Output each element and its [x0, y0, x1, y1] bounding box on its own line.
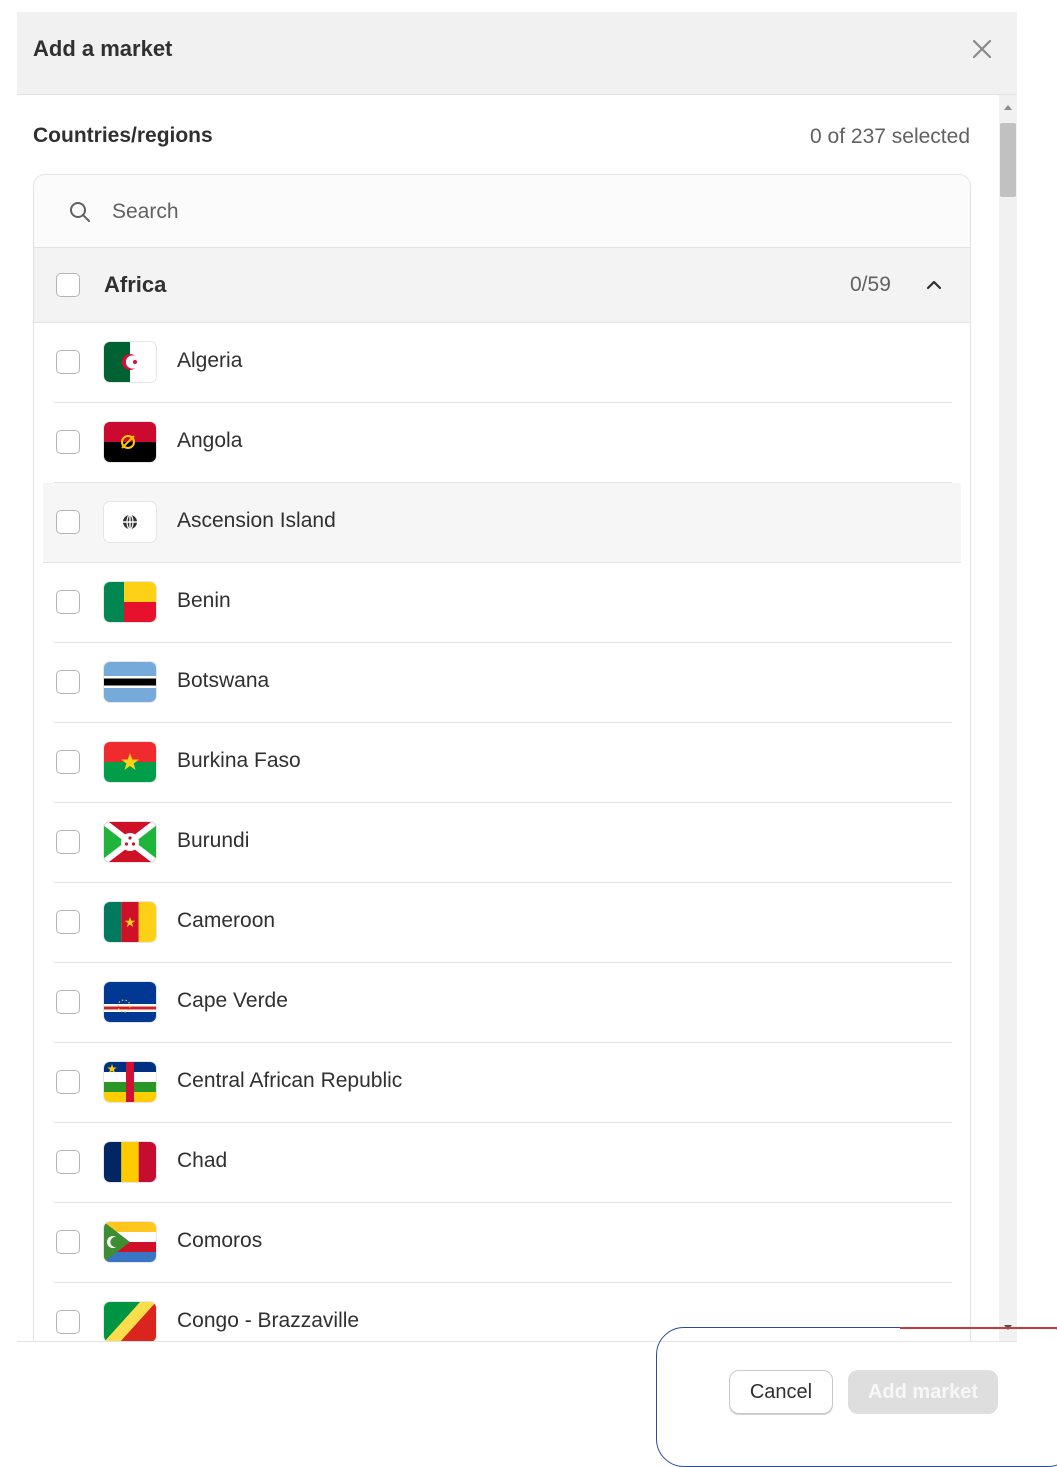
list-item[interactable]: Algeria	[54, 323, 952, 403]
chevron-up-icon[interactable]	[921, 272, 947, 298]
country-name: Cape Verde	[177, 989, 288, 1012]
close-icon[interactable]	[967, 34, 997, 64]
country-name: Ascension Island	[177, 509, 336, 532]
country-name: Chad	[177, 1149, 228, 1172]
country-checkbox[interactable]	[56, 1070, 80, 1094]
dialog-body: Countries/regions 0 of 237 selected Afri…	[17, 95, 1017, 1342]
country-list: Algeria Angola Ascension Island Benin Bo…	[34, 323, 970, 1342]
chad-flag-icon	[104, 1142, 156, 1182]
add-market-button[interactable]: Add market	[848, 1370, 998, 1414]
country-checkbox[interactable]	[56, 910, 80, 934]
country-name: Benin	[177, 589, 231, 612]
country-checkbox[interactable]	[56, 510, 80, 534]
list-item[interactable]: Ascension Island	[43, 483, 961, 563]
country-name: Burkina Faso	[177, 749, 301, 772]
country-checkbox[interactable]	[56, 750, 80, 774]
botswana-flag-icon	[104, 662, 156, 702]
scroll-down-arrow-icon[interactable]	[1004, 1325, 1012, 1330]
cancel-button[interactable]: Cancel	[729, 1370, 833, 1414]
scrollbar[interactable]	[999, 95, 1017, 1342]
group-name: Africa	[104, 272, 167, 297]
country-name: Comoros	[177, 1229, 263, 1252]
cameroon-flag-icon	[104, 902, 156, 942]
country-checkbox[interactable]	[56, 350, 80, 374]
globe-icon	[104, 502, 156, 542]
country-name: Algeria	[177, 349, 243, 372]
scroll-up-arrow-icon[interactable]	[1004, 105, 1012, 110]
country-checkbox[interactable]	[56, 1150, 80, 1174]
country-checkbox[interactable]	[56, 1230, 80, 1254]
list-item[interactable]: Cape Verde	[54, 963, 952, 1043]
algeria-flag-icon	[104, 342, 156, 382]
list-item[interactable]: Angola	[54, 403, 952, 483]
country-name: Central African Republic	[177, 1069, 403, 1092]
dialog-footer: Cancel Add market	[17, 1341, 1017, 1442]
search-bar	[34, 175, 970, 248]
burundi-flag-icon	[104, 822, 156, 862]
group-checkbox[interactable]	[56, 273, 80, 297]
angola-flag-icon	[104, 422, 156, 462]
add-market-dialog: Add a market Countries/regions 0 of 237 …	[17, 12, 1017, 1442]
congo-brazzaville-flag-icon	[104, 1302, 156, 1342]
list-item[interactable]: Benin	[54, 563, 952, 643]
country-listbox: Africa 0/59 Algeria	[33, 174, 971, 1342]
country-name: Cameroon	[177, 909, 276, 932]
country-name: Angola	[177, 429, 243, 452]
list-item[interactable]: Comoros	[54, 1203, 952, 1283]
country-name: Burundi	[177, 829, 250, 852]
selection-count: 0 of 237 selected	[810, 125, 970, 148]
list-item[interactable]: Congo - Brazzaville	[54, 1283, 952, 1342]
central-african-republic-flag-icon	[104, 1062, 156, 1102]
comoros-flag-icon	[104, 1222, 156, 1262]
country-checkbox[interactable]	[56, 670, 80, 694]
country-checkbox[interactable]	[56, 830, 80, 854]
country-name: Congo - Brazzaville	[177, 1309, 360, 1332]
scrollbar-thumb[interactable]	[1000, 123, 1016, 197]
dialog-header: Add a market	[17, 12, 1017, 95]
list-item[interactable]: Chad	[54, 1123, 952, 1203]
country-name: Botswana	[177, 669, 270, 692]
cape-verde-flag-icon	[104, 982, 156, 1022]
group-header-africa[interactable]: Africa 0/59	[34, 248, 970, 323]
burkina-faso-flag-icon	[104, 742, 156, 782]
country-checkbox[interactable]	[56, 590, 80, 614]
search-icon	[68, 200, 92, 224]
list-item[interactable]: Botswana	[54, 643, 952, 723]
benin-flag-icon	[104, 582, 156, 622]
country-checkbox[interactable]	[56, 1310, 80, 1334]
list-item[interactable]: Cameroon	[54, 883, 952, 963]
section-label: Countries/regions	[33, 124, 213, 147]
country-checkbox[interactable]	[56, 430, 80, 454]
group-count: 0/59	[850, 273, 891, 296]
dialog-title: Add a market	[33, 36, 173, 61]
search-input[interactable]	[110, 195, 934, 229]
list-item[interactable]: Burkina Faso	[54, 723, 952, 803]
country-checkbox[interactable]	[56, 990, 80, 1014]
list-item[interactable]: Central African Republic	[54, 1043, 952, 1123]
list-item[interactable]: Burundi	[54, 803, 952, 883]
